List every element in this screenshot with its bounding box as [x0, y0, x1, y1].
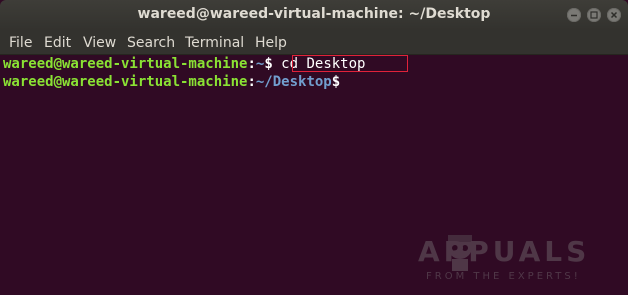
appuals-watermark: APPUALS FROM THE EXPERTS! [418, 227, 618, 291]
close-icon [610, 11, 618, 19]
prompt-path: ~/Desktop [255, 74, 332, 90]
prompt-symbol: $ [264, 56, 273, 72]
title-bar[interactable]: wareed@wareed-virtual-machine: ~/Desktop [0, 0, 628, 30]
prompt-symbol: $ [331, 74, 341, 90]
menu-edit[interactable]: Edit [44, 35, 71, 51]
menu-search[interactable]: Search [127, 35, 175, 51]
menu-bar: File Edit View Search Terminal Help [0, 30, 628, 55]
minimize-button[interactable] [567, 8, 581, 22]
minimize-icon [571, 14, 577, 17]
prompt-user-host: wareed@wareed-virtual-machine [3, 56, 248, 72]
command-highlight-box [292, 55, 408, 72]
menu-help[interactable]: Help [255, 35, 287, 51]
maximize-icon [590, 11, 598, 19]
terminal-window: wareed@wareed-virtual-machine: ~/Desktop… [0, 0, 628, 295]
menu-view[interactable]: View [83, 35, 116, 51]
prompt-colon: : [247, 56, 256, 72]
terminal-line: wareed@wareed-virtual-machine:~/Desktop$ [3, 73, 340, 91]
watermark-tagline: FROM THE EXPERTS! [426, 271, 581, 282]
menu-file[interactable]: File [9, 35, 32, 51]
prompt-colon: : [247, 74, 256, 90]
window-title: wareed@wareed-virtual-machine: ~/Desktop [137, 6, 491, 22]
close-button[interactable] [607, 8, 621, 22]
watermark-brand: APPUALS [418, 235, 591, 268]
prompt-user-host: wareed@wareed-virtual-machine [3, 74, 248, 90]
maximize-button[interactable] [587, 8, 601, 22]
menu-terminal[interactable]: Terminal [185, 35, 244, 51]
